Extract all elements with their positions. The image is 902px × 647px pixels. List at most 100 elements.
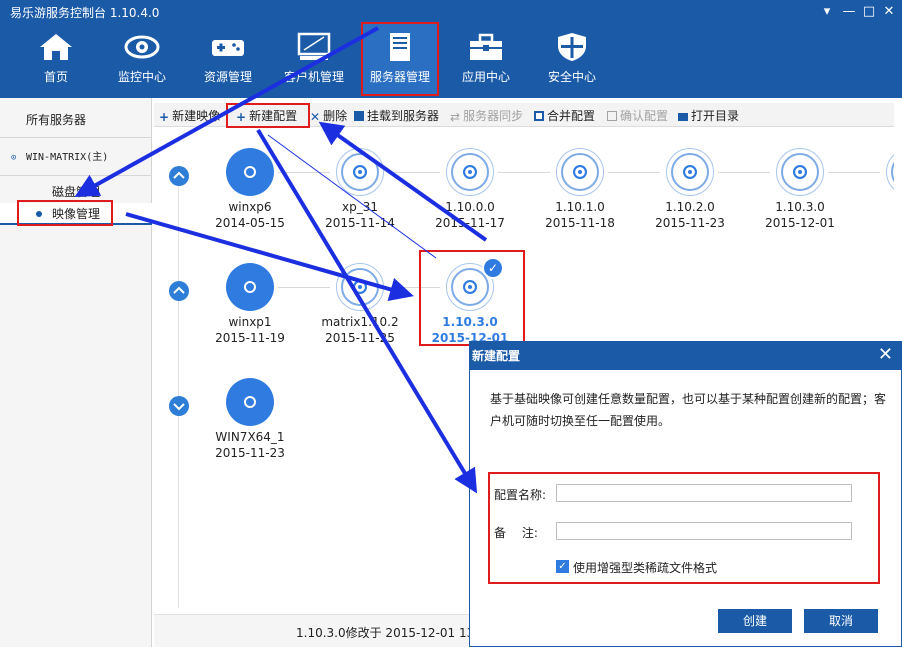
- config-node[interactable]: xp_31 2015-11-14: [310, 148, 410, 238]
- highlight-box: [226, 103, 310, 128]
- disc-icon: [226, 148, 274, 196]
- disc-icon: [556, 148, 604, 196]
- folder-icon: [678, 113, 688, 121]
- server-sync-button[interactable]: ⇄ 服务器同步: [450, 107, 524, 124]
- plus-icon: +: [159, 110, 170, 124]
- note-input[interactable]: [556, 522, 852, 540]
- server-icon: [390, 33, 410, 61]
- new-image-button[interactable]: + 新建映像: [159, 107, 220, 124]
- home-icon: [40, 34, 72, 60]
- nav-app-center[interactable]: 应用中心: [448, 24, 524, 94]
- config-name-input[interactable]: [556, 484, 852, 502]
- node-name: 1.10.1.0: [555, 200, 605, 214]
- dialog-title: 新建配置: [472, 349, 521, 363]
- sidebar-item-server[interactable]: ⊙ WIN-MATRIX(主): [0, 140, 152, 176]
- eye-icon: [124, 35, 160, 59]
- node-date: 2015-11-23: [655, 216, 725, 230]
- nav-label: 服务器管理: [369, 70, 430, 84]
- nav-label: 应用中心: [461, 70, 510, 84]
- config-node[interactable]: 1.10.1.0 2015-11-18: [530, 148, 630, 238]
- toolbox-icon: [470, 33, 502, 60]
- nav-resources[interactable]: 资源管理: [190, 24, 266, 94]
- close-icon: ✕: [310, 110, 321, 124]
- close-icon[interactable]: ✕: [878, 344, 893, 365]
- node-date: 2015-11-17: [435, 216, 505, 230]
- chevron-up-icon: [173, 171, 185, 179]
- nav-label: 资源管理: [203, 70, 252, 84]
- merge-icon: [534, 111, 544, 121]
- disc-icon: [446, 148, 494, 196]
- top-bar: 易乐游服务控制台 1.10.4.0 ▾ — □ ✕ 首页 监控中心 资源管理 客…: [0, 0, 902, 98]
- sidebar: 所有服务器 ⊙ WIN-MATRIX(主) 磁盘管理 映像管理: [0, 98, 152, 647]
- node-name: 1: [860, 200, 894, 214]
- node-date: 2015-11-18: [545, 216, 615, 230]
- nav-label: 客户机管理: [283, 70, 344, 84]
- nav-label: 安全中心: [547, 70, 596, 84]
- toolbar-label: 合并配置: [547, 109, 596, 123]
- toolbar-label: 服务器同步: [463, 109, 524, 123]
- gamepad-icon: [212, 40, 244, 56]
- create-button[interactable]: 创建: [718, 609, 792, 633]
- toolbar-label: 删除: [323, 109, 348, 123]
- chevron-down-icon: [173, 403, 185, 411]
- nav-security[interactable]: 安全中心: [534, 24, 610, 94]
- base-image-node[interactable]: WIN7X64_1 2015-11-23: [200, 378, 300, 468]
- monitor-icon: [297, 32, 331, 60]
- node-date: 20: [860, 216, 894, 230]
- confirm-config-button[interactable]: 确认配置: [607, 107, 668, 123]
- node-name: WIN7X64_1: [215, 430, 285, 444]
- mount-icon: [354, 111, 364, 121]
- merge-config-button[interactable]: 合并配置: [534, 107, 595, 123]
- open-folder-button[interactable]: 打开目录: [678, 107, 739, 123]
- base-image-node[interactable]: winxp1 2015-11-19: [200, 263, 300, 353]
- config-node[interactable]: matrix1.10.2 2015-11-25: [310, 263, 410, 353]
- node-name: 1.10.2.0: [665, 200, 715, 214]
- config-node[interactable]: 1.10.2.0 2015-11-23: [640, 148, 740, 238]
- node-date: 2015-12-01: [765, 216, 835, 230]
- node-name: xp_31: [342, 200, 378, 214]
- sync-icon: ⇄: [450, 110, 461, 124]
- tree-line: [178, 168, 179, 608]
- node-name: winxp1: [228, 315, 272, 329]
- base-image-node[interactable]: winxp6 2014-05-15: [200, 148, 300, 238]
- cancel-button[interactable]: 取消: [804, 609, 878, 633]
- app-window: 易乐游服务控制台 1.10.4.0 ▾ — □ ✕ 首页 监控中心 资源管理 客…: [0, 0, 902, 647]
- config-node[interactable]: 1.10.0.0 2015-11-17: [420, 148, 520, 238]
- nav-server-management[interactable]: 服务器管理: [361, 22, 439, 96]
- disc-icon: [336, 263, 384, 311]
- disc-icon: [776, 148, 824, 196]
- disc-icon: [336, 148, 384, 196]
- minimize-button[interactable]: —: [840, 3, 858, 21]
- close-button[interactable]: ✕: [880, 3, 898, 21]
- sidebar-item-all-servers[interactable]: 所有服务器: [0, 102, 152, 138]
- mount-to-server-button[interactable]: 挂载到服务器: [354, 107, 439, 123]
- nav-clients[interactable]: 客户机管理: [276, 24, 352, 94]
- shield-icon: [558, 33, 586, 61]
- maximize-button[interactable]: □: [860, 3, 878, 21]
- sparse-format-checkbox[interactable]: ✓: [556, 560, 569, 573]
- row-toggle-up[interactable]: [169, 166, 189, 186]
- node-date: 2015-11-14: [325, 216, 395, 230]
- toolbar-label: 确认配置: [620, 109, 669, 123]
- config-node[interactable]: 1.10.3.0 2015-12-01: [750, 148, 850, 238]
- menu-icon[interactable]: ▾: [818, 3, 836, 21]
- config-node[interactable]: 120: [860, 148, 894, 238]
- delete-button[interactable]: ✕ 删除: [310, 107, 348, 124]
- config-name-label: 配置名称:: [494, 488, 547, 502]
- toolbar-label: 挂载到服务器: [367, 109, 440, 123]
- node-date: 2015-11-23: [215, 446, 285, 460]
- row-toggle-down[interactable]: [169, 396, 189, 416]
- node-date: 2015-11-19: [215, 331, 285, 345]
- chevron-up-icon: [173, 286, 185, 294]
- disc-icon: [666, 148, 714, 196]
- nav-monitor[interactable]: 监控中心: [104, 24, 180, 94]
- highlight-box: [17, 200, 113, 226]
- dialog-header: 新建配置 ✕: [470, 342, 901, 370]
- new-config-dialog: 新建配置 ✕ 基于基础映像可创建任意数量配置，也可以基于某种配置创建新的配置；客…: [469, 341, 902, 647]
- node-date: 2014-05-15: [215, 216, 285, 230]
- confirm-icon: [607, 111, 617, 121]
- nav-home[interactable]: 首页: [18, 24, 94, 94]
- nav-label: 首页: [43, 70, 68, 84]
- row-toggle-up[interactable]: [169, 281, 189, 301]
- disc-icon: [226, 378, 274, 426]
